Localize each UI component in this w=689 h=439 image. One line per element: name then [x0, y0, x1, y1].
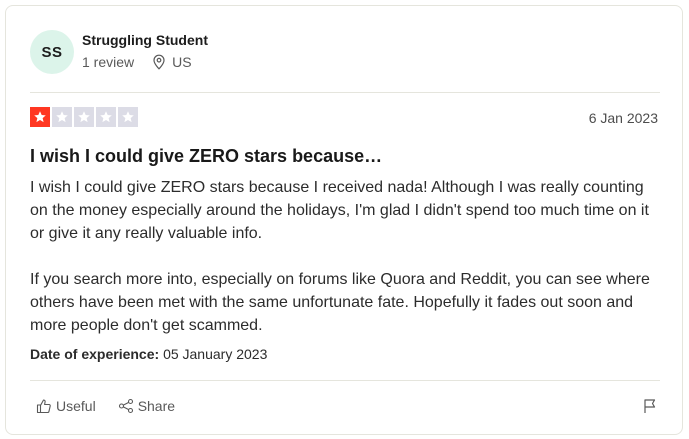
thumbs-up-icon — [36, 399, 51, 414]
report-button[interactable] — [642, 398, 658, 419]
experience-label: Date of experience: — [30, 346, 160, 362]
review-title[interactable]: I wish I could give ZERO stars because… — [30, 146, 382, 167]
review-body: I wish I could give ZERO stars because I… — [30, 176, 660, 360]
review-paragraph: I wish I could give ZERO stars because I… — [30, 179, 649, 242]
date-of-experience: Date of experience: 05 January 2023 — [30, 346, 267, 362]
divider — [30, 92, 660, 93]
share-label: Share — [137, 398, 176, 414]
review-actions: Useful Share — [36, 398, 197, 414]
review-paragraph: If you search more into, especially on f… — [30, 271, 650, 334]
share-icon — [118, 398, 133, 414]
useful-button[interactable]: Useful — [36, 398, 96, 414]
star-empty-icon — [52, 107, 72, 127]
star-rating — [30, 107, 140, 127]
review-date: 6 Jan 2023 — [588, 110, 658, 126]
divider — [30, 380, 660, 381]
experience-date: 05 January 2023 — [163, 346, 268, 362]
star-filled-icon — [30, 107, 50, 127]
reviewer-meta: 1 review US — [82, 54, 192, 70]
star-empty-icon — [74, 107, 94, 127]
useful-label: Useful — [56, 398, 96, 414]
share-button[interactable]: Share — [118, 398, 175, 414]
star-empty-icon — [118, 107, 138, 127]
star-empty-icon — [96, 107, 116, 127]
reviewer-header: SS Struggling Student 1 review US — [30, 30, 660, 76]
reviewer-name[interactable]: Struggling Student — [82, 32, 208, 48]
location-pin-icon — [153, 54, 165, 70]
review-count: 1 review — [82, 54, 135, 70]
flag-icon — [644, 399, 656, 413]
reviewer-location: US — [152, 54, 192, 70]
avatar[interactable]: SS — [30, 30, 74, 74]
reviewer-country: US — [172, 54, 192, 70]
review-card: SS Struggling Student 1 review US 6 Jan … — [5, 5, 683, 435]
